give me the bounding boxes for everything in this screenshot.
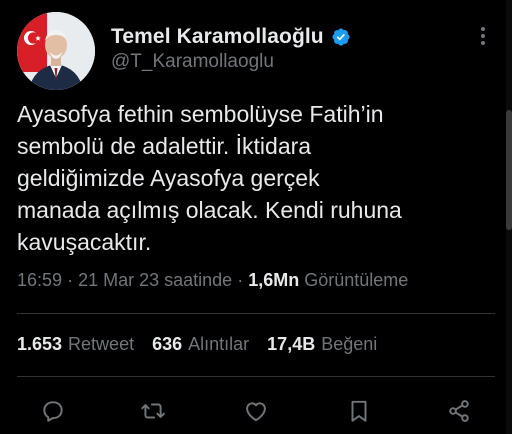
like-icon[interactable] [243, 398, 271, 426]
likes-label: Beğeni [321, 334, 378, 354]
quotes-count: 636 [152, 334, 183, 354]
author-handle[interactable]: @T_Karamollaoglu [111, 51, 274, 73]
avatar[interactable] [17, 12, 95, 90]
meta-separator: · [237, 270, 244, 290]
tweet-date[interactable]: 21 Mar 23 saatinde [78, 270, 232, 290]
scrollbar-track[interactable] [506, 0, 512, 434]
more-options-icon[interactable] [473, 24, 493, 48]
retweet-icon[interactable] [140, 398, 168, 426]
quotes-label: Alıntılar [188, 334, 250, 354]
meta-separator: · [67, 270, 74, 290]
engagement-stats: 1.653 Retweet 636 Alıntılar 17,4B Beğeni [17, 334, 395, 355]
divider [17, 376, 495, 377]
share-icon[interactable] [446, 398, 474, 426]
retweets-count: 1.653 [17, 334, 63, 354]
retweets-label: Retweet [68, 334, 135, 354]
divider [17, 313, 495, 314]
avatar-image [17, 12, 95, 90]
author-name-row: Temel Karamollaoğlu [111, 24, 351, 50]
tweet-meta: 16:59 · 21 Mar 23 saatinde · 1,6Mn Görün… [17, 270, 408, 291]
tweet-detail: Temel Karamollaoğlu @T_Karamollaoglu Aya… [0, 0, 512, 434]
author-display-name[interactable]: Temel Karamollaoğlu [111, 25, 324, 49]
scrollbar-thumb[interactable] [506, 110, 512, 230]
reply-icon[interactable] [40, 398, 68, 426]
quotes-stat[interactable]: 636 Alıntılar [152, 334, 249, 355]
views-label: Görüntüleme [304, 270, 409, 290]
verified-badge-icon [331, 27, 351, 47]
tweet-time[interactable]: 16:59 [17, 270, 62, 290]
likes-count: 17,4B [267, 334, 316, 354]
action-bar [0, 392, 512, 430]
bookmark-icon[interactable] [346, 398, 374, 426]
views-count: 1,6Mn [248, 270, 300, 290]
tweet-text: Ayasofya fethin sembolüyse Fatih’in semb… [17, 101, 402, 255]
retweets-stat[interactable]: 1.653 Retweet [17, 334, 134, 355]
likes-stat[interactable]: 17,4B Beğeni [267, 334, 377, 355]
